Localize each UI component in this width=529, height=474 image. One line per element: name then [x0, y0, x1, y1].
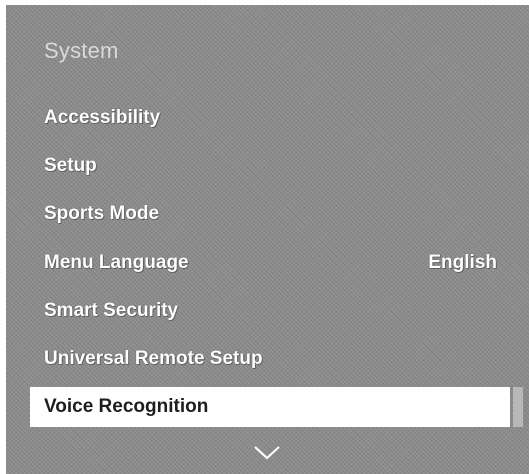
menu-item-label: Voice Recognition — [44, 396, 209, 417]
menu-item-sports-mode[interactable]: Sports Mode — [6, 194, 510, 234]
menu-item-universal-remote-setup[interactable]: Universal Remote Setup — [6, 339, 510, 379]
menu-item-label: Accessibility — [44, 107, 161, 128]
system-menu-screen: System Accessibility Setup Sports Mode M… — [6, 5, 529, 474]
menu-item-smart-security[interactable]: Smart Security — [6, 291, 510, 331]
menu-item-setup[interactable]: Setup — [6, 146, 510, 186]
chevron-down-icon[interactable] — [254, 446, 280, 460]
menu-item-voice-recognition[interactable]: Voice Recognition — [30, 387, 510, 427]
menu-item-label: Menu Language — [44, 252, 189, 273]
menu-item-label: Smart Security — [44, 300, 179, 321]
scrollbar[interactable] — [513, 387, 523, 427]
menu-item-menu-language[interactable]: Menu Language English — [6, 243, 510, 283]
page-title: System — [44, 38, 119, 63]
menu-language-value: English — [428, 252, 497, 273]
menu-item-label: Sports Mode — [44, 203, 160, 224]
menu-item-label: Setup — [44, 155, 97, 176]
menu-item-label: Universal Remote Setup — [44, 348, 263, 369]
menu-item-accessibility[interactable]: Accessibility — [6, 98, 510, 138]
